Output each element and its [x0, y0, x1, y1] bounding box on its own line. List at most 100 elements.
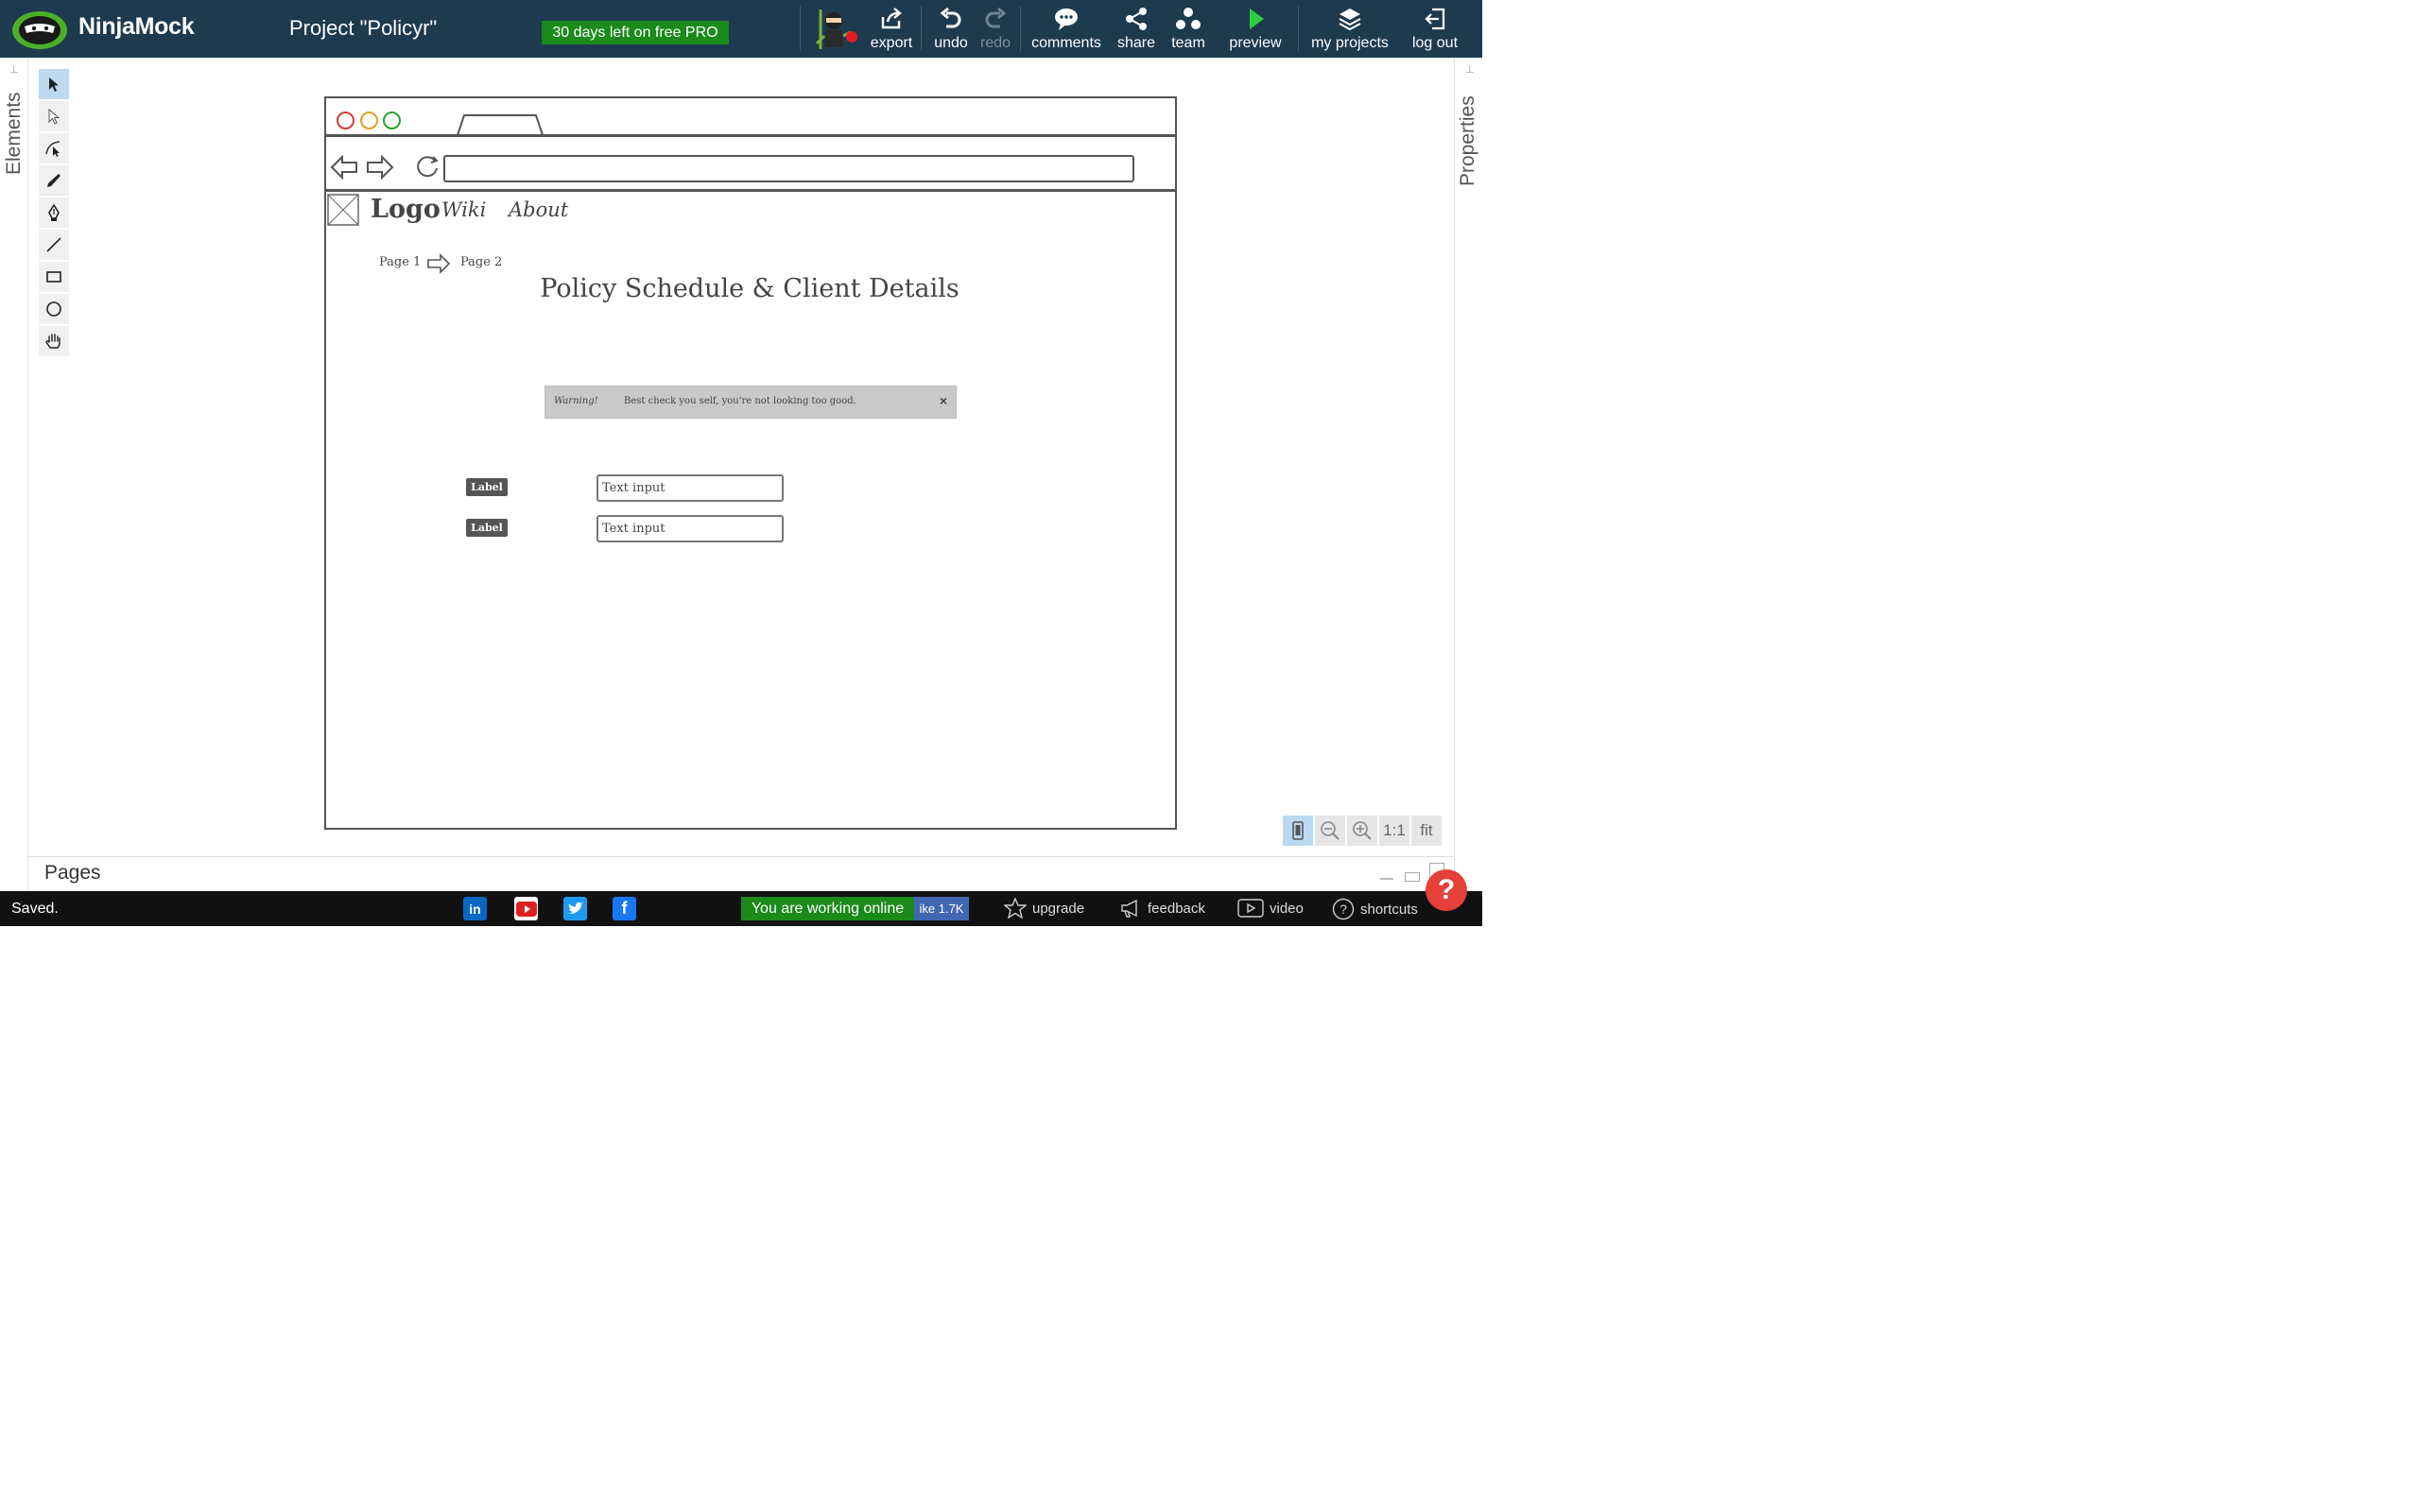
team-label: team: [1171, 35, 1205, 51]
mock-breadcrumb-page-1[interactable]: Page 1: [379, 255, 421, 269]
pin-icon[interactable]: ⊥: [9, 63, 19, 76]
play-icon: [1250, 9, 1264, 29]
toolbar-divider: [921, 6, 922, 51]
properties-panel-label[interactable]: Properties: [1457, 95, 1479, 186]
mock-nav-about[interactable]: About: [509, 198, 568, 221]
pen-tool[interactable]: [39, 198, 69, 228]
svg-text:?: ?: [1340, 902, 1347, 917]
hand-tool[interactable]: [39, 326, 69, 356]
alert-close-icon[interactable]: ×: [940, 393, 947, 408]
upgrade-link[interactable]: upgrade: [1004, 898, 1084, 919]
feedback-link[interactable]: feedback: [1119, 898, 1205, 919]
youtube-play-icon: [515, 901, 537, 917]
twitter-icon[interactable]: [563, 897, 587, 920]
pencil-tool[interactable]: [39, 165, 69, 196]
mock-form-label: Label: [466, 478, 508, 496]
reload-icon[interactable]: [414, 153, 441, 180]
ellipse-tool[interactable]: [39, 294, 69, 324]
select-tool[interactable]: [39, 69, 69, 99]
project-title[interactable]: Project "Policyr": [289, 16, 437, 41]
zoom-controls: 1:1 fit: [1283, 816, 1442, 848]
undo-button[interactable]: undo: [928, 0, 974, 58]
pin-icon[interactable]: ⊥: [1465, 63, 1475, 76]
back-arrow-icon[interactable]: [330, 155, 358, 180]
mock-logo-text: Logo: [371, 195, 441, 224]
save-status: Saved.: [11, 901, 59, 917]
top-bar: NinjaMock Project "Policyr" 30 days left…: [0, 0, 1482, 58]
direct-select-tool[interactable]: [39, 101, 69, 131]
ninja-logo-icon: [12, 11, 67, 49]
youtube-icon[interactable]: [514, 897, 538, 920]
undo-icon: [940, 7, 961, 28]
redo-icon: [985, 7, 1007, 28]
comments-button[interactable]: comments: [1028, 0, 1104, 58]
user-avatar[interactable]: [811, 6, 860, 53]
mock-page-heading: Policy Schedule & Client Details: [540, 274, 959, 303]
properties-panel-collapsed[interactable]: ⊥ Properties: [1454, 58, 1483, 891]
rectangle-tool[interactable]: [39, 262, 69, 292]
zoom-fit-button[interactable]: fit: [1411, 816, 1442, 846]
address-bar[interactable]: [443, 155, 1134, 182]
mock-text-input[interactable]: Text input: [596, 474, 784, 502]
log-out-button[interactable]: log out: [1407, 0, 1463, 58]
alert-title: Warning!: [554, 396, 598, 406]
mock-breadcrumb-page-2[interactable]: Page 2: [460, 255, 502, 269]
small-grid-view-icon[interactable]: [1405, 872, 1420, 882]
team-button[interactable]: team: [1167, 0, 1210, 58]
zoom-out-icon: [1321, 821, 1340, 840]
share-label: share: [1116, 35, 1156, 51]
browser-mockup[interactable]: Logo Wiki About Page 1 Page 2 Policy Sch…: [324, 96, 1177, 830]
elements-panel-label[interactable]: Elements: [3, 92, 26, 175]
select-arrow-icon: [49, 77, 59, 92]
pages-panel[interactable]: Pages: [28, 856, 1454, 892]
zoom-in-button[interactable]: [1347, 816, 1377, 846]
facebook-icon[interactable]: f: [613, 897, 636, 920]
redo-button[interactable]: redo: [974, 0, 1017, 58]
redo-label: redo: [979, 35, 1011, 51]
toolbar-divider: [1020, 6, 1021, 51]
share-button[interactable]: share: [1114, 0, 1159, 58]
preview-label: preview: [1229, 35, 1282, 51]
video-label: video: [1270, 900, 1304, 917]
path-edit-tool[interactable]: [39, 133, 69, 163]
shortcuts-link[interactable]: ? shortcuts: [1332, 898, 1418, 920]
pencil-icon: [47, 174, 60, 187]
linkedin-icon[interactable]: in: [463, 897, 487, 920]
video-link[interactable]: video: [1237, 898, 1304, 919]
comments-label: comments: [1031, 35, 1101, 51]
mock-text-input[interactable]: Text input: [596, 515, 784, 542]
browser-tab[interactable]: [457, 113, 544, 136]
line-tool[interactable]: [39, 230, 69, 260]
pro-trial-badge[interactable]: 30 days left on free PRO: [542, 21, 729, 44]
forward-arrow-icon[interactable]: [366, 155, 394, 180]
team-icon: [1176, 8, 1201, 29]
megaphone-icon: [1121, 899, 1137, 918]
facebook-like-count[interactable]: ike 1.7K: [914, 897, 969, 920]
zoom-in-icon: [1353, 821, 1372, 840]
my-projects-button[interactable]: my projects: [1306, 0, 1393, 58]
layers-icon: [1339, 9, 1361, 31]
logo-image-placeholder: [327, 194, 359, 226]
rectangle-icon: [46, 271, 61, 283]
mock-warning-alert: Warning! Best check you self, you're not…: [544, 386, 957, 419]
pages-panel-title[interactable]: Pages: [44, 862, 101, 885]
preview-button[interactable]: preview: [1223, 0, 1288, 58]
logout-icon: [1425, 8, 1445, 30]
list-view-icon[interactable]: [1380, 878, 1393, 880]
elements-panel-collapsed[interactable]: ⊥ Elements: [0, 58, 28, 891]
shortcuts-label: shortcuts: [1360, 901, 1418, 918]
line-icon: [46, 237, 61, 252]
mock-nav-wiki[interactable]: Wiki: [441, 198, 486, 221]
device-frame-toggle[interactable]: [1283, 816, 1313, 846]
mock-form-label: Label: [466, 519, 508, 537]
export-button[interactable]: export: [868, 0, 915, 58]
my-projects-label: my projects: [1311, 35, 1389, 51]
share-icon: [1126, 8, 1147, 30]
zoom-out-button[interactable]: [1315, 816, 1345, 846]
comments-icon: [1055, 9, 1078, 30]
video-play-icon: [1237, 899, 1264, 918]
help-button[interactable]: ?: [1426, 869, 1467, 911]
browser-titlebar[interactable]: [326, 98, 1175, 137]
breadcrumb-arrow-icon: [427, 253, 451, 274]
zoom-actual-size-button[interactable]: 1:1: [1379, 816, 1409, 846]
